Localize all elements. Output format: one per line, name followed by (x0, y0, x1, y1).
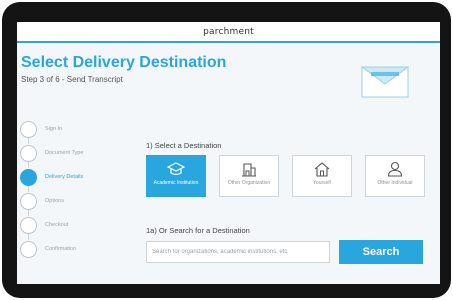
person-icon (387, 161, 403, 177)
step-delivery-details[interactable]: Delivery Details (20, 168, 120, 186)
step-label: Options (45, 198, 64, 204)
step-circle (20, 240, 37, 258)
destination-other-organization[interactable]: Other Organization (219, 155, 279, 197)
search-button[interactable]: Search (339, 240, 423, 264)
step-circle (20, 144, 37, 162)
step-confirmation[interactable]: Confirmation (20, 240, 120, 258)
home-icon (314, 162, 330, 177)
destination-academic-institution[interactable]: Academic Institution (146, 155, 206, 197)
page-subtitle: Step 3 of 6 - Send Transcript (21, 75, 123, 84)
step-sign-in[interactable]: Sign In (20, 120, 120, 138)
header-bar: parchment (17, 22, 440, 43)
destination-label: Yourself (313, 180, 331, 186)
search-heading: 1a) Or Search for a Destination (146, 226, 250, 235)
destination-label: Other Individual (377, 180, 413, 186)
step-circle (20, 192, 37, 210)
step-circle (20, 120, 37, 138)
graduation-cap-icon (167, 162, 185, 176)
step-checkout[interactable]: Checkout (20, 216, 120, 234)
destination-label: Other Organization (227, 180, 271, 186)
step-label: Sign In (45, 126, 63, 132)
page-title: Select Delivery Destination (21, 54, 227, 71)
step-label: Document Type (45, 150, 84, 156)
search-input[interactable] (146, 241, 330, 263)
destination-heading: 1) Select a Destination (146, 141, 222, 150)
destination-yourself[interactable]: Yourself (292, 155, 352, 197)
step-label: Checkout (45, 222, 69, 228)
step-circle-active (20, 168, 37, 186)
step-circle (20, 216, 37, 234)
step-document-type[interactable]: Document Type (20, 144, 120, 162)
parchment-logo[interactable]: parchment (203, 27, 254, 37)
step-options[interactable]: Options (20, 192, 120, 210)
envelope-icon (361, 66, 409, 98)
step-label: Delivery Details (45, 174, 84, 180)
destination-label: Academic Institution (153, 180, 199, 186)
destination-other-individual[interactable]: Other Individual (365, 155, 425, 197)
step-label: Confirmation (45, 246, 77, 252)
building-icon (242, 163, 256, 177)
